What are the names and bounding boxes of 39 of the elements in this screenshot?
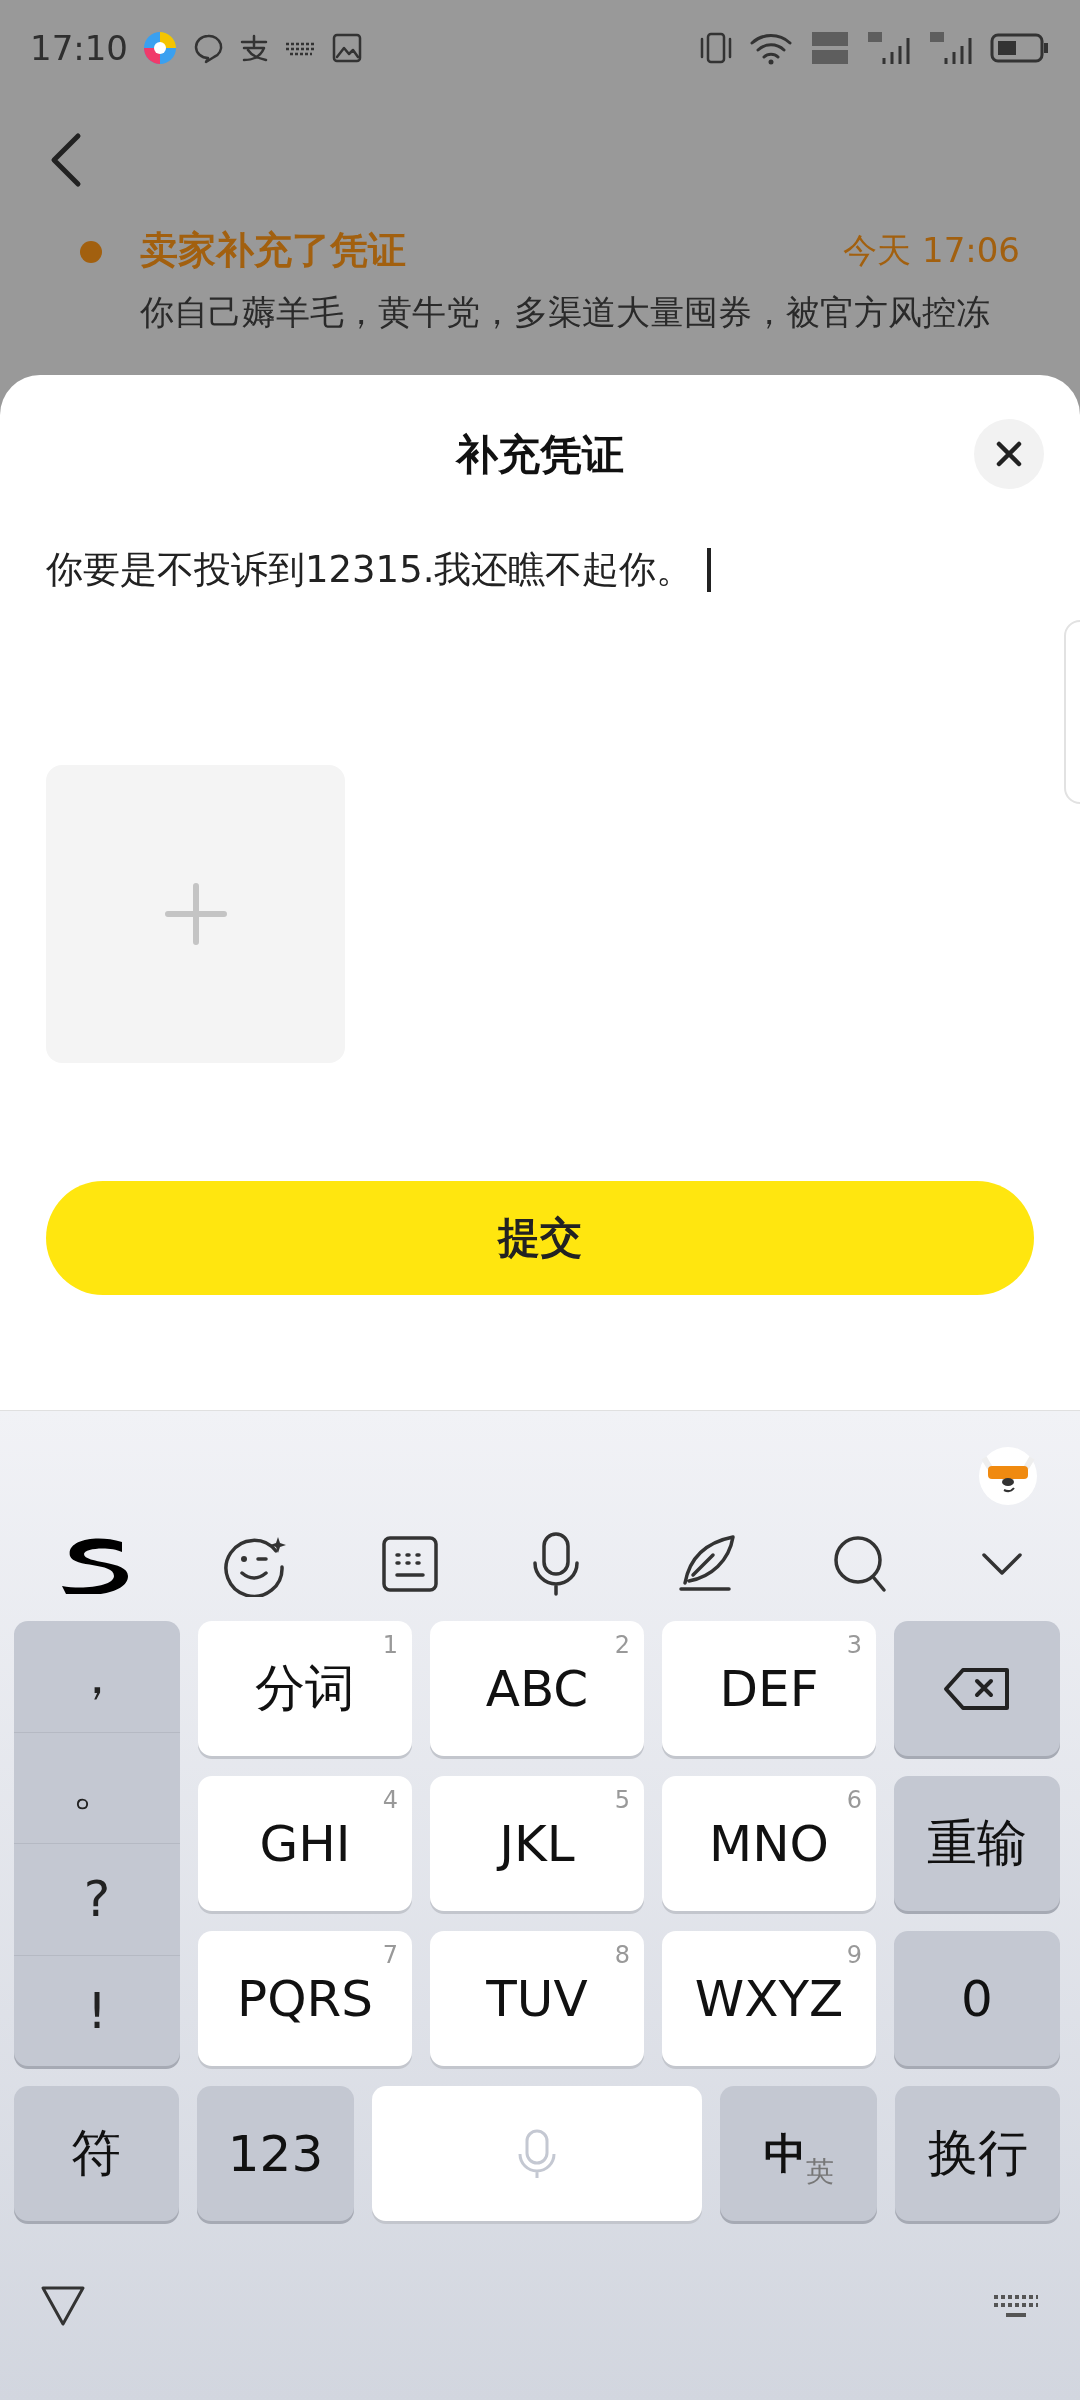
input-field[interactable]: 你要是不投诉到12315.我还瞧不起你。	[46, 535, 1034, 605]
symbol-key[interactable]: 。	[14, 1732, 180, 1844]
symbol-key[interactable]: !	[14, 1955, 180, 2066]
status-time: 17:10	[30, 27, 128, 68]
search-icon[interactable]	[831, 1533, 888, 1594]
backspace-key[interactable]	[894, 1621, 1060, 1756]
plus-icon	[163, 882, 228, 946]
microphone-icon[interactable]	[531, 1530, 581, 1597]
letter-key[interactable]: JKL 5	[430, 1776, 644, 1911]
microphone-icon	[517, 2127, 557, 2180]
letter-key[interactable]: MNO 6	[662, 1776, 876, 1911]
letter-key[interactable]: TUV 8	[430, 1931, 644, 2066]
letter-key[interactable]: WXYZ 9	[662, 1931, 876, 2066]
sheet-title: 补充凭证	[456, 429, 624, 481]
entry-time: 今天 17:06	[843, 228, 1020, 272]
function-key[interactable]: 123	[197, 2086, 354, 2221]
keyboard-icon[interactable]	[380, 1534, 439, 1593]
letter-key[interactable]: DEF 3	[662, 1621, 876, 1756]
letter-key[interactable]: 分词 1	[198, 1621, 412, 1756]
submit-button[interactable]: 提交	[46, 1181, 1034, 1295]
app-icon	[142, 29, 178, 66]
backspace-icon	[943, 1666, 1011, 1711]
battery-icon	[990, 31, 1050, 64]
letter-key[interactable]: PQRS 7	[198, 1931, 412, 2066]
close-icon	[995, 440, 1023, 468]
function-key[interactable]: 重输	[894, 1776, 1060, 1911]
symbol-key[interactable]: ，	[14, 1621, 180, 1733]
function-key[interactable]: 符	[14, 2086, 179, 2221]
triangle-icon[interactable]	[40, 2285, 86, 2327]
entry-title: 卖家补充了凭证	[140, 227, 406, 274]
letter-key[interactable]: ABC 2	[430, 1621, 644, 1756]
letter-key[interactable]: GHI 4	[198, 1776, 412, 1911]
collapse-icon[interactable]	[979, 1550, 1024, 1577]
symbol-key[interactable]: ?	[14, 1844, 180, 1956]
keyboard-icon[interactable]	[992, 2293, 1040, 2319]
function-key[interactable]: 0	[894, 1931, 1060, 2066]
image-icon	[332, 32, 362, 63]
entry-text: 你自己薅羊毛，黄牛党，多渠道大量囤券，被官方风控冻	[140, 291, 991, 334]
function-key[interactable]: 换行	[895, 2086, 1060, 2221]
